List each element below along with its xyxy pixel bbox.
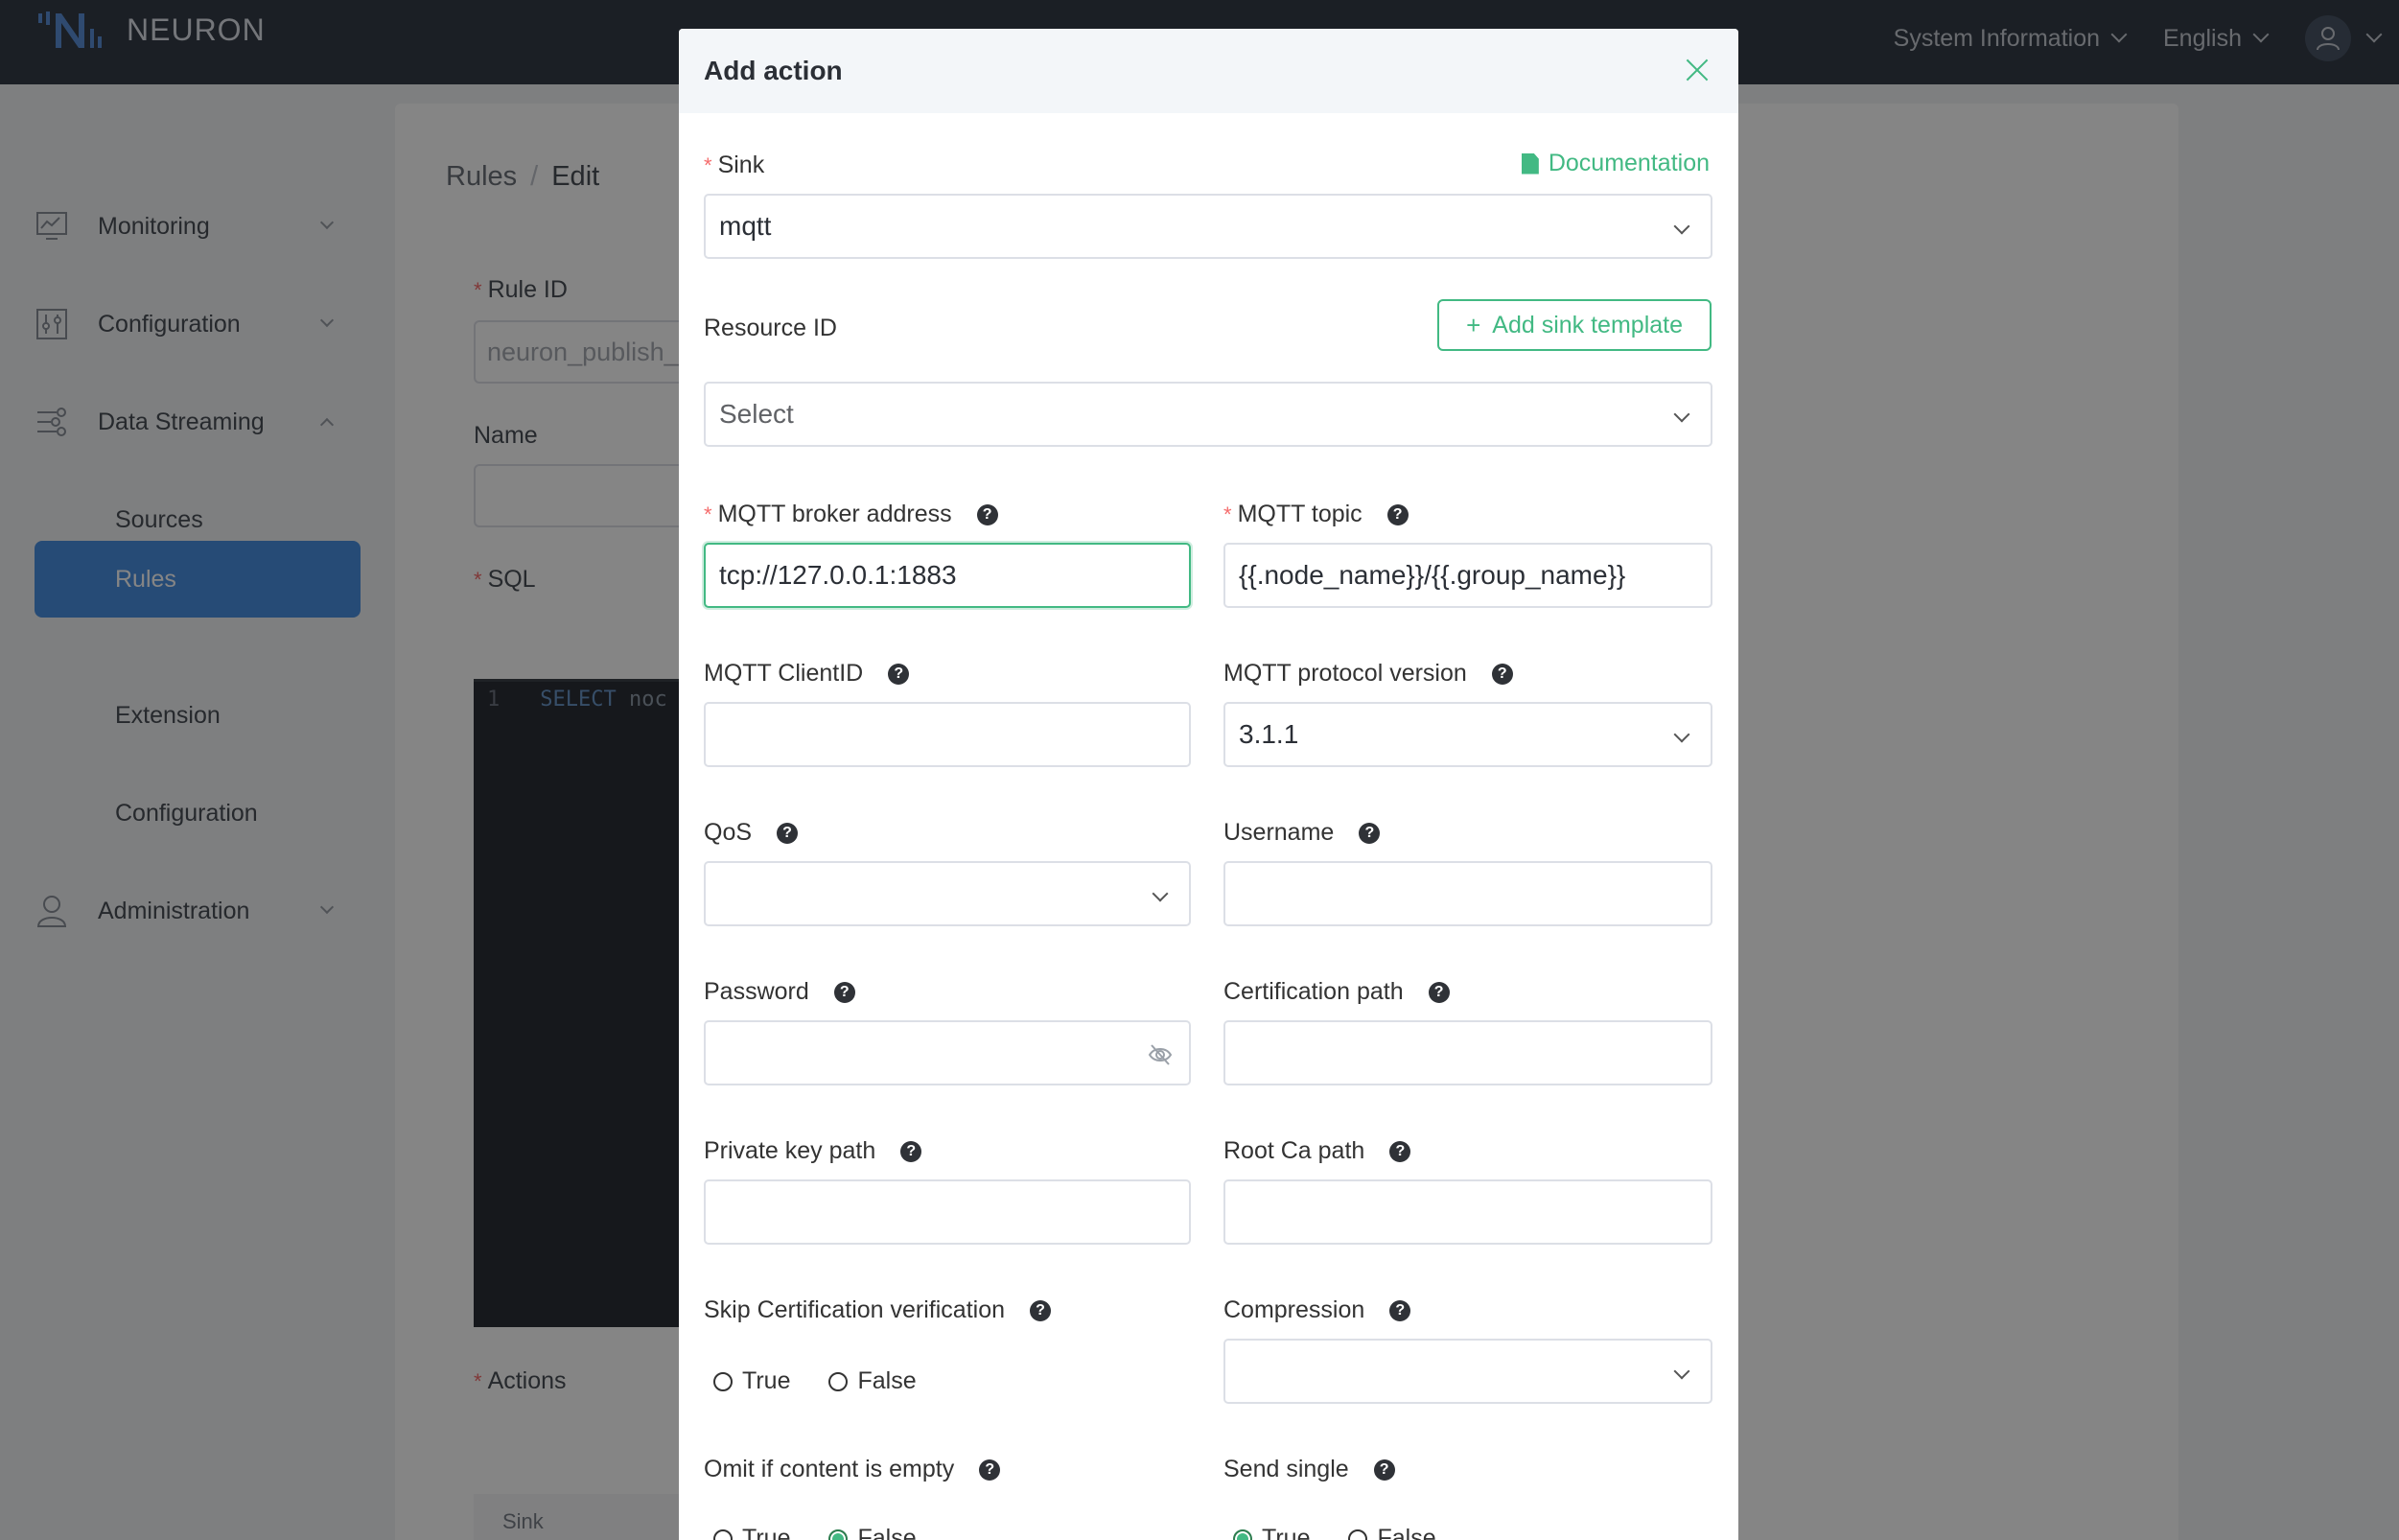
- sink-label: * Sink: [704, 152, 765, 178]
- radio-label: True: [1262, 1525, 1311, 1540]
- plus-icon: +: [1466, 310, 1481, 339]
- help-icon[interactable]: ?: [888, 663, 910, 685]
- help-icon[interactable]: ?: [1389, 1140, 1411, 1162]
- client-id-input[interactable]: [704, 702, 1191, 767]
- chevron-down-icon: [1673, 218, 1690, 235]
- help-icon[interactable]: ?: [1491, 663, 1513, 685]
- help-icon[interactable]: ?: [976, 503, 998, 525]
- help-icon[interactable]: ?: [1386, 503, 1409, 525]
- radio-dot: [1348, 1528, 1368, 1540]
- protocol-version-select[interactable]: 3.1.1: [1223, 702, 1712, 767]
- sink-select[interactable]: mqtt: [704, 194, 1712, 259]
- radio-label: False: [857, 1525, 917, 1540]
- add-sink-template-label: Add sink template: [1492, 311, 1683, 338]
- chevron-down-icon: [1152, 885, 1169, 902]
- username-label: Username?: [1223, 819, 1381, 847]
- root-ca-path-input[interactable]: [1223, 1179, 1712, 1245]
- resource-id-label: Resource ID: [704, 315, 837, 341]
- resource-id-select[interactable]: Select: [704, 382, 1712, 447]
- modal-title: Add action: [704, 56, 843, 85]
- private-key-path-input[interactable]: [704, 1179, 1191, 1245]
- chevron-down-icon: [1673, 726, 1690, 743]
- radio-dot: [713, 1371, 733, 1391]
- send-single-true-radio[interactable]: True: [1233, 1525, 1310, 1540]
- password-input[interactable]: [704, 1020, 1191, 1085]
- broker-address-input[interactable]: tcp://127.0.0.1:1883: [704, 543, 1191, 608]
- certification-path-label: Certification path?: [1223, 978, 1450, 1006]
- modal-header: Add action: [679, 29, 1738, 113]
- chevron-down-icon: [1673, 406, 1690, 423]
- skip-cert-verification-radio-group: True False: [713, 1367, 917, 1395]
- omit-if-empty-radio-group: True False: [713, 1525, 917, 1540]
- broker-address-value: tcp://127.0.0.1:1883: [719, 560, 957, 590]
- eye-invisible-icon[interactable]: [1147, 1041, 1174, 1068]
- help-icon[interactable]: ?: [900, 1140, 922, 1162]
- help-icon[interactable]: ?: [1373, 1458, 1395, 1481]
- qos-select[interactable]: [704, 861, 1191, 926]
- skip-verify-true-radio[interactable]: True: [713, 1367, 790, 1395]
- help-icon[interactable]: ?: [1389, 1299, 1411, 1321]
- broker-address-label: * MQTT broker address?: [704, 501, 998, 528]
- help-icon[interactable]: ?: [1428, 981, 1450, 1003]
- skip-verify-false-radio[interactable]: False: [828, 1367, 917, 1395]
- root-ca-path-label: Root Ca path?: [1223, 1137, 1411, 1165]
- help-icon[interactable]: ?: [979, 1458, 1001, 1481]
- radio-dot-selected: [1233, 1528, 1252, 1540]
- topic-input[interactable]: {{.node_name}}/{{.group_name}}: [1223, 543, 1712, 608]
- password-label: Password?: [704, 978, 855, 1006]
- protocol-version-label: MQTT protocol version?: [1223, 660, 1513, 688]
- help-icon[interactable]: ?: [1359, 822, 1381, 844]
- radio-dot-selected: [828, 1528, 849, 1540]
- send-single-false-radio[interactable]: False: [1348, 1525, 1436, 1540]
- help-icon[interactable]: ?: [777, 822, 799, 844]
- document-icon: [1521, 152, 1539, 175]
- topic-label: * MQTT topic?: [1223, 501, 1409, 528]
- compression-select[interactable]: [1223, 1339, 1712, 1404]
- add-action-modal: Add action * Sink Documentation mqtt Reso…: [679, 29, 1738, 1540]
- skip-cert-verification-label: Skip Certification verification?: [704, 1296, 1052, 1324]
- radio-label: False: [857, 1367, 917, 1394]
- compression-label: Compression?: [1223, 1296, 1411, 1324]
- private-key-path-label: Private key path?: [704, 1137, 922, 1165]
- qos-label: QoS?: [704, 819, 799, 847]
- sink-value: mqtt: [719, 211, 772, 241]
- help-icon[interactable]: ?: [833, 981, 855, 1003]
- documentation-link-label: Documentation: [1548, 150, 1710, 176]
- send-single-radio-group: True False: [1233, 1525, 1436, 1540]
- radio-dot: [828, 1371, 849, 1391]
- protocol-version-value: 3.1.1: [1239, 719, 1299, 749]
- radio-dot: [713, 1528, 733, 1540]
- chevron-down-icon: [1673, 1363, 1690, 1380]
- radio-label: True: [742, 1525, 791, 1540]
- omit-if-empty-label: Omit if content is empty?: [704, 1456, 1001, 1483]
- omit-empty-false-radio[interactable]: False: [828, 1525, 917, 1540]
- radio-label: True: [742, 1367, 791, 1394]
- close-icon[interactable]: [1683, 56, 1712, 84]
- topic-value: {{.node_name}}/{{.group_name}}: [1239, 560, 1626, 590]
- add-sink-template-button[interactable]: + Add sink template: [1437, 299, 1712, 351]
- username-input[interactable]: [1223, 861, 1712, 926]
- documentation-link[interactable]: Documentation: [1521, 150, 1710, 177]
- client-id-label: MQTT ClientID?: [704, 660, 910, 688]
- send-single-label: Send single?: [1223, 1456, 1395, 1483]
- omit-empty-true-radio[interactable]: True: [713, 1525, 790, 1540]
- certification-path-input[interactable]: [1223, 1020, 1712, 1085]
- radio-label: False: [1377, 1525, 1436, 1540]
- help-icon[interactable]: ?: [1030, 1299, 1052, 1321]
- resource-id-placeholder: Select: [719, 399, 794, 429]
